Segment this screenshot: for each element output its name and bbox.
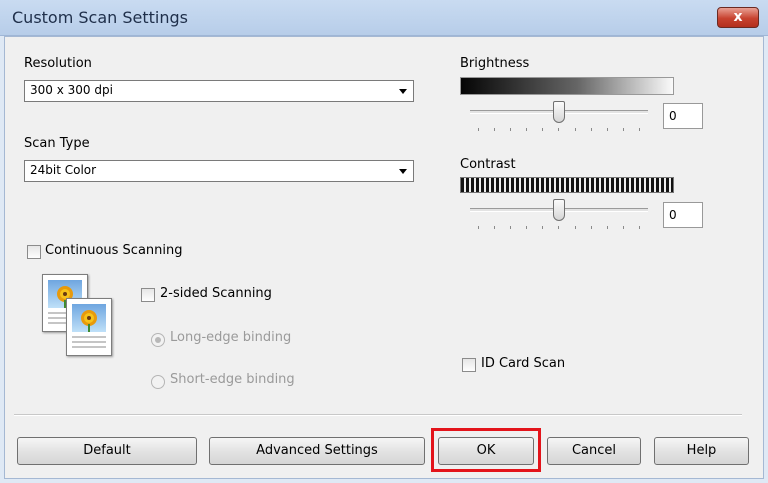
window-title: Custom Scan Settings xyxy=(12,8,188,27)
two-sided-scanning-checkbox[interactable] xyxy=(141,288,155,302)
long-edge-binding-label[interactable]: Long-edge binding xyxy=(170,330,291,345)
separator xyxy=(14,414,742,416)
default-button[interactable]: Default xyxy=(17,437,197,465)
contrast-label: Contrast xyxy=(460,157,516,172)
scan-type-label: Scan Type xyxy=(24,136,90,151)
id-card-scan-checkbox[interactable] xyxy=(462,358,476,372)
resolution-value: 300 x 300 dpi xyxy=(30,83,113,97)
dropdown-arrow-icon xyxy=(399,169,407,174)
short-edge-binding-radio[interactable] xyxy=(151,375,165,389)
brightness-slider-thumb[interactable] xyxy=(553,101,565,123)
brightness-gradient xyxy=(460,77,674,95)
long-edge-binding-radio[interactable] xyxy=(151,333,165,347)
two-sided-scanning-label[interactable]: 2-sided Scanning xyxy=(160,286,272,301)
ok-highlight-box xyxy=(431,428,541,472)
contrast-slider-thumb[interactable] xyxy=(553,199,565,221)
advanced-settings-button[interactable]: Advanced Settings xyxy=(209,437,425,465)
cancel-button[interactable]: Cancel xyxy=(547,437,641,465)
scan-type-select[interactable]: 24bit Color xyxy=(24,160,414,182)
id-card-scan-label[interactable]: ID Card Scan xyxy=(481,356,565,371)
short-edge-binding-label[interactable]: Short-edge binding xyxy=(170,372,295,387)
contrast-value-input[interactable]: 0 xyxy=(663,202,703,228)
brightness-ticks xyxy=(478,128,640,132)
dropdown-arrow-icon xyxy=(399,89,407,94)
continuous-scanning-checkbox[interactable] xyxy=(27,245,41,259)
title-bar: Custom Scan Settings x xyxy=(0,0,768,36)
help-button[interactable]: Help xyxy=(654,437,749,465)
contrast-pattern xyxy=(460,177,674,193)
contrast-ticks xyxy=(478,226,640,230)
scan-type-value: 24bit Color xyxy=(30,163,97,177)
resolution-label: Resolution xyxy=(24,56,92,71)
continuous-scanning-label[interactable]: Continuous Scanning xyxy=(45,243,183,258)
close-button[interactable]: x xyxy=(717,7,759,28)
duplex-page-back-icon xyxy=(66,298,112,356)
brightness-value-input[interactable]: 0 xyxy=(663,103,703,129)
brightness-label: Brightness xyxy=(460,56,530,71)
resolution-select[interactable]: 300 x 300 dpi xyxy=(24,80,414,102)
